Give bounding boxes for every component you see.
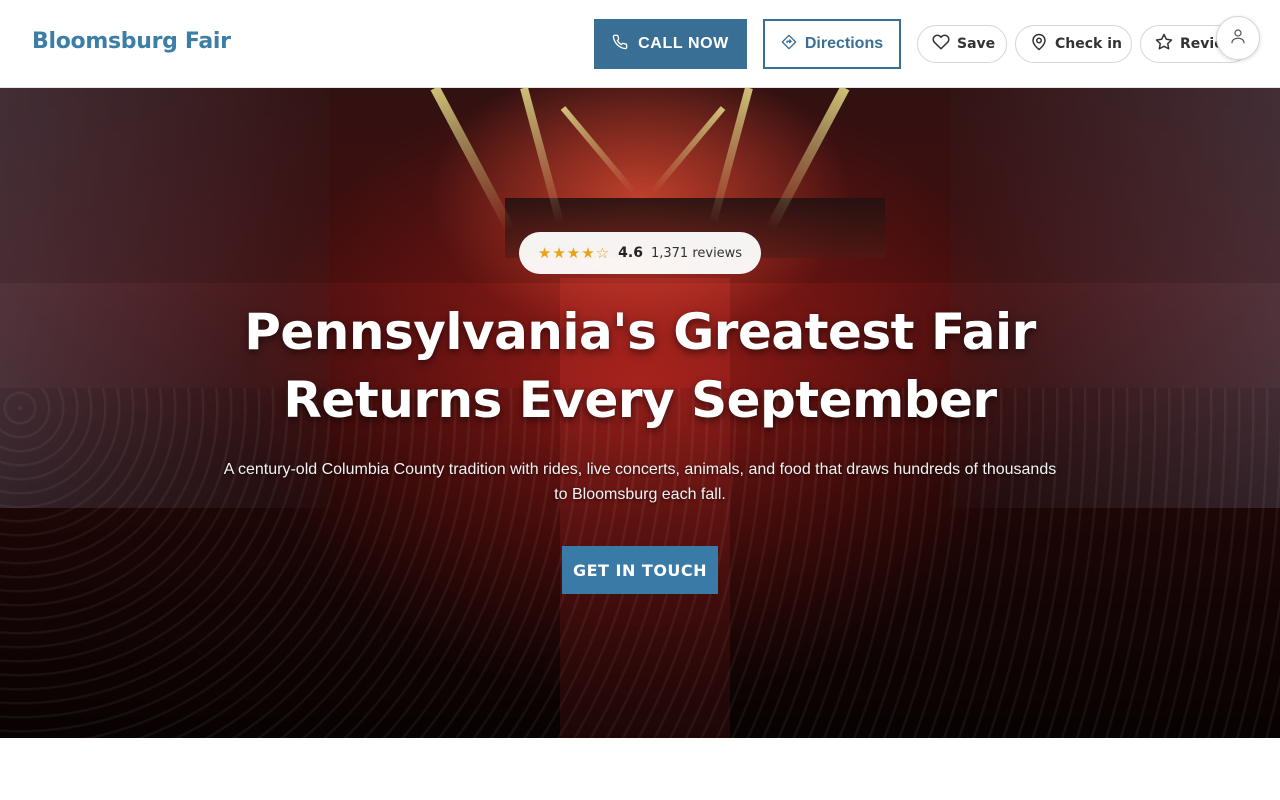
check-in-button[interactable]: Check in	[1015, 25, 1132, 63]
phone-icon	[612, 34, 628, 55]
heart-icon	[932, 33, 950, 55]
call-now-label: CALL NOW	[638, 35, 729, 52]
hero-section: ★★★★☆ 4.6 1,371 reviews Pennsylvania's G…	[0, 88, 1280, 738]
rating-value: 4.6	[618, 245, 643, 261]
user-avatar-button[interactable]	[1216, 16, 1260, 60]
site-header: Bloomsburg Fair CALL NOW Directions Save	[0, 0, 1280, 88]
save-label: Save	[957, 36, 996, 52]
rating-badge[interactable]: ★★★★☆ 4.6 1,371 reviews	[519, 232, 761, 274]
directions-button[interactable]: Directions	[763, 19, 901, 69]
map-pin-icon	[1030, 33, 1048, 55]
check-in-label: Check in	[1055, 36, 1122, 52]
directions-label: Directions	[804, 35, 884, 52]
save-button[interactable]: Save	[917, 25, 1007, 63]
rating-stars: ★★★★☆	[537, 244, 611, 262]
call-now-button[interactable]: CALL NOW	[594, 19, 747, 69]
get-in-touch-button[interactable]: GET IN TOUCH	[562, 546, 718, 594]
user-icon	[1229, 27, 1247, 49]
review-count: 1,371 reviews	[650, 245, 743, 261]
directions-icon	[781, 34, 797, 55]
hero-subtitle: A century-old Columbia County tradition …	[223, 461, 1057, 503]
hero-title: Pennsylvania's Greatest Fair Returns Eve…	[244, 303, 1036, 429]
brand-logo[interactable]: Bloomsburg Fair	[32, 29, 231, 54]
star-icon	[1155, 33, 1173, 55]
